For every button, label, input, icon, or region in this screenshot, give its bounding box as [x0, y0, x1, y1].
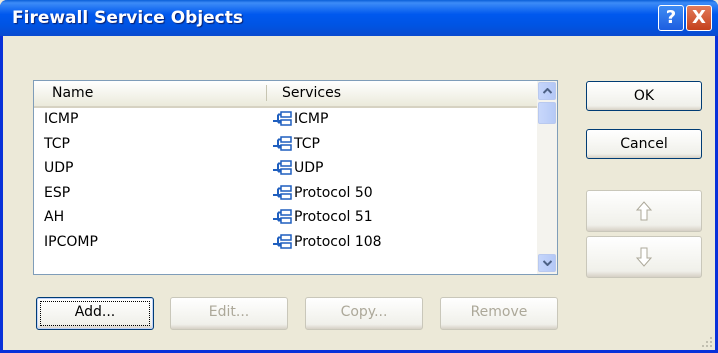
row-service: Protocol 50: [272, 185, 373, 204]
remove-button[interactable]: Remove: [440, 297, 558, 330]
arrow-down-icon: [636, 247, 652, 267]
edit-button[interactable]: Edit...: [170, 297, 288, 330]
network-service-icon: [272, 160, 293, 179]
add-button[interactable]: Add...: [36, 297, 154, 330]
add-label: Add...: [74, 304, 116, 320]
list-header: Name Services: [34, 81, 537, 108]
row-name: ESP: [44, 184, 71, 201]
scroll-up-arrow-icon: [542, 87, 552, 94]
row-service-label: Protocol 50: [294, 184, 373, 201]
row-name: ICMP: [44, 111, 79, 127]
network-service-icon: [272, 233, 293, 253]
row-service-label: Protocol 108: [294, 233, 382, 250]
resize-grip-icon[interactable]: [701, 336, 713, 348]
row-service: Protocol 108: [272, 234, 382, 253]
row-name: IPCOMP: [44, 233, 98, 250]
edit-label: Edit...: [208, 304, 250, 320]
row-service-label: Protocol 51: [294, 209, 373, 225]
help-icon: ?: [665, 7, 677, 28]
list-row[interactable]: TCP TCP: [34, 133, 537, 157]
close-button[interactable]: X: [686, 5, 712, 31]
copy-button[interactable]: Copy...: [305, 297, 423, 330]
row-service-label: ICMP: [294, 111, 329, 127]
list-row[interactable]: ICMP ICMP: [34, 108, 537, 132]
row-service: UDP: [272, 160, 323, 179]
ok-label: OK: [633, 88, 655, 104]
help-button[interactable]: ?: [658, 5, 684, 31]
firewall-service-objects-dialog: Firewall Service Objects ? X Name Servic…: [0, 0, 718, 353]
row-service-label: UDP: [294, 160, 324, 176]
column-header-name[interactable]: Name: [52, 85, 93, 101]
cancel-label: Cancel: [620, 136, 668, 152]
row-service: ICMP: [272, 111, 328, 130]
close-icon: X: [692, 7, 706, 28]
move-up-button[interactable]: [586, 190, 702, 232]
list-row[interactable]: ESP Protocol 50: [34, 182, 537, 206]
vertical-scrollbar[interactable]: [537, 81, 557, 274]
window-title: Firewall Service Objects: [12, 8, 243, 28]
network-service-icon: [272, 111, 293, 130]
column-divider[interactable]: [266, 85, 267, 101]
service-objects-list[interactable]: Name Services ICMP ICMP TCP TCP UDP UDP ESP Pro…: [33, 80, 558, 275]
network-service-icon: [272, 135, 293, 155]
ok-button[interactable]: OK: [586, 81, 702, 111]
scroll-down-arrow-icon: [542, 260, 552, 267]
arrow-up-icon: [636, 201, 652, 221]
row-name: TCP: [44, 135, 70, 152]
list-row[interactable]: AH Protocol 51: [34, 206, 537, 230]
scroll-down-button[interactable]: [538, 254, 556, 272]
list-row[interactable]: IPCOMP Protocol 108: [34, 231, 537, 255]
row-name: UDP: [44, 160, 74, 176]
column-header-services[interactable]: Services: [282, 85, 341, 101]
row-service: TCP: [272, 136, 320, 155]
list-row[interactable]: UDP UDP: [34, 157, 537, 181]
title-bar[interactable]: Firewall Service Objects ? X: [0, 0, 718, 36]
copy-label: Copy...: [340, 304, 388, 320]
scroll-thumb[interactable]: [538, 102, 556, 124]
row-name: AH: [44, 209, 65, 225]
remove-label: Remove: [470, 304, 528, 320]
row-service: Protocol 51: [272, 209, 373, 228]
network-service-icon: [272, 209, 293, 228]
row-service-label: TCP: [294, 135, 320, 152]
scroll-up-button[interactable]: [538, 82, 556, 100]
move-down-button[interactable]: [586, 236, 702, 278]
cancel-button[interactable]: Cancel: [586, 129, 702, 159]
network-service-icon: [272, 184, 293, 204]
